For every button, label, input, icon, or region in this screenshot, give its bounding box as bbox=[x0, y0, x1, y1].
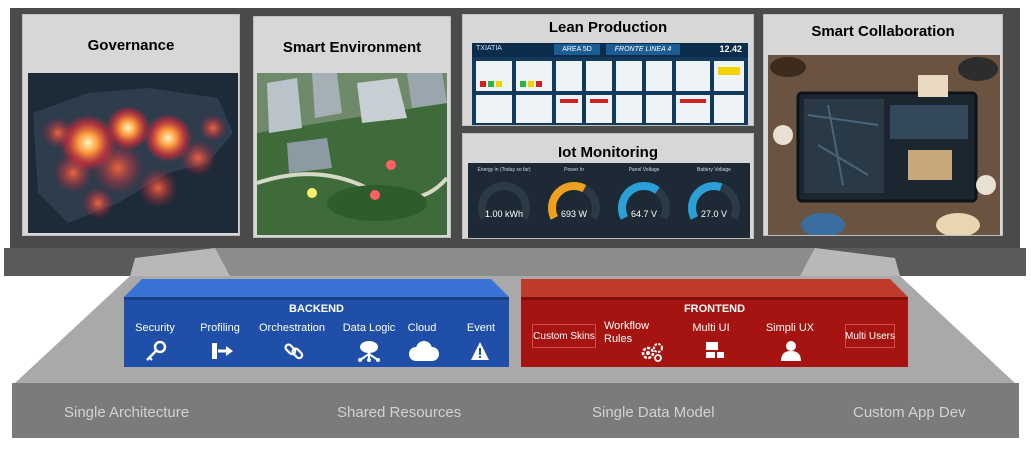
gauge-arc bbox=[478, 182, 530, 220]
login-icon bbox=[212, 343, 233, 359]
gauge-value: 27.0 V bbox=[700, 209, 728, 219]
iot-gauges-image: Energy in (Today so far) 1.00 kWh Power … bbox=[468, 163, 750, 238]
dashboard-line: FRONTE LINEA 4 bbox=[606, 44, 680, 55]
dashboard-brand: TXIATIA bbox=[476, 45, 502, 52]
gauge-value: 64.7 V bbox=[630, 209, 658, 219]
governance-heatmap-image bbox=[28, 73, 238, 233]
gauge-power-in: Power In 693 W bbox=[541, 166, 607, 235]
dashboard-time: 12.42 bbox=[719, 44, 742, 54]
touch-table-graphic bbox=[768, 55, 1000, 235]
iot-monitoring-title: Iot Monitoring bbox=[558, 144, 658, 161]
dashboard-area: AREA 5D bbox=[554, 44, 600, 55]
world-heatmap-graphic bbox=[33, 88, 233, 223]
gauge-row: Energy in (Today so far) 1.00 kWh Power … bbox=[468, 163, 750, 238]
network-icon bbox=[358, 341, 380, 362]
governance-panel: Governance bbox=[22, 14, 240, 236]
footer-custom-app-dev: Custom App Dev bbox=[853, 404, 966, 421]
gauge-arc bbox=[688, 182, 740, 220]
platform-right-wall bbox=[800, 248, 900, 276]
backend-item-security-label: Security bbox=[135, 322, 175, 334]
smart-collaboration-table-image bbox=[768, 55, 1000, 235]
dashboard-tiles-graphic bbox=[476, 61, 744, 123]
gauge-energy: Energy in (Today so far) 1.00 kWh bbox=[471, 166, 537, 235]
gauge-value: 693 W bbox=[560, 209, 587, 219]
gauge-battery-voltage: Battery Voltage 27.0 V bbox=[681, 166, 747, 235]
gauge-arc bbox=[548, 182, 600, 220]
iot-monitoring-panel: Iot Monitoring Energy in (Today so far) … bbox=[462, 133, 754, 239]
footer-shared-resources: Shared Resources bbox=[337, 404, 462, 421]
gauge-label: Energy in (Today so far) bbox=[477, 167, 531, 173]
frontend-simpli-ux-label: Simpli UX bbox=[765, 322, 815, 334]
backend-item-orchestration-label: Orchestration bbox=[258, 322, 326, 334]
frontend-title: FRONTEND bbox=[683, 303, 746, 315]
smart-collaboration-panel: Smart Collaboration bbox=[763, 14, 1003, 236]
frontend-multi-ui-label: Multi UI bbox=[692, 322, 730, 334]
smart-environment-panel: Smart Environment bbox=[253, 16, 451, 238]
dashboard-header-bar: TXIATIA AREA 5D FRONTE LINEA 4 12.42 bbox=[472, 43, 748, 57]
cloud-icon bbox=[409, 341, 439, 361]
governance-title: Governance bbox=[87, 37, 175, 54]
backend-item-event-label: Event bbox=[466, 322, 496, 334]
windows-stack-icon bbox=[706, 342, 724, 358]
gauge-label: Power In bbox=[564, 167, 584, 173]
frontend-multi-users: Multi Users bbox=[845, 324, 895, 348]
lean-production-panel: Lean Production TXIATIA AREA 5D FRONTE L… bbox=[462, 14, 754, 126]
frontend-custom-skins: Custom Skins bbox=[532, 324, 596, 348]
warning-icon bbox=[471, 342, 489, 360]
platform-left-wall bbox=[130, 248, 230, 276]
smart-environment-city-image bbox=[257, 73, 447, 235]
backend-title: BACKEND bbox=[289, 303, 344, 315]
gauge-value: 1.00 kWh bbox=[484, 209, 524, 219]
gauge-label: Panel Voltage bbox=[628, 167, 660, 173]
backend-item-data-logic-label: Data Logic bbox=[342, 322, 396, 334]
user-icon bbox=[781, 341, 801, 361]
gauge-arc bbox=[618, 182, 670, 220]
link-icon bbox=[284, 343, 304, 360]
lean-production-dashboard-image: TXIATIA AREA 5D FRONTE LINEA 4 12.42 bbox=[472, 43, 748, 125]
smart-collaboration-title: Smart Collaboration bbox=[811, 23, 955, 40]
footer-single-data-model: Single Data Model bbox=[592, 404, 715, 421]
key-icon bbox=[146, 340, 167, 361]
smart-environment-title: Smart Environment bbox=[282, 39, 422, 56]
gauge-label: Battery Voltage bbox=[697, 167, 731, 173]
gauge-panel-voltage: Panel Voltage 64.7 V bbox=[611, 166, 677, 235]
backend-item-profiling-label: Profiling bbox=[200, 322, 240, 334]
backend-item-cloud-label: Cloud bbox=[407, 322, 437, 334]
lean-production-title: Lean Production bbox=[548, 19, 668, 36]
gears-icon bbox=[641, 343, 663, 362]
footer-single-architecture: Single Architecture bbox=[64, 404, 190, 421]
city-3d-graphic bbox=[257, 73, 447, 235]
